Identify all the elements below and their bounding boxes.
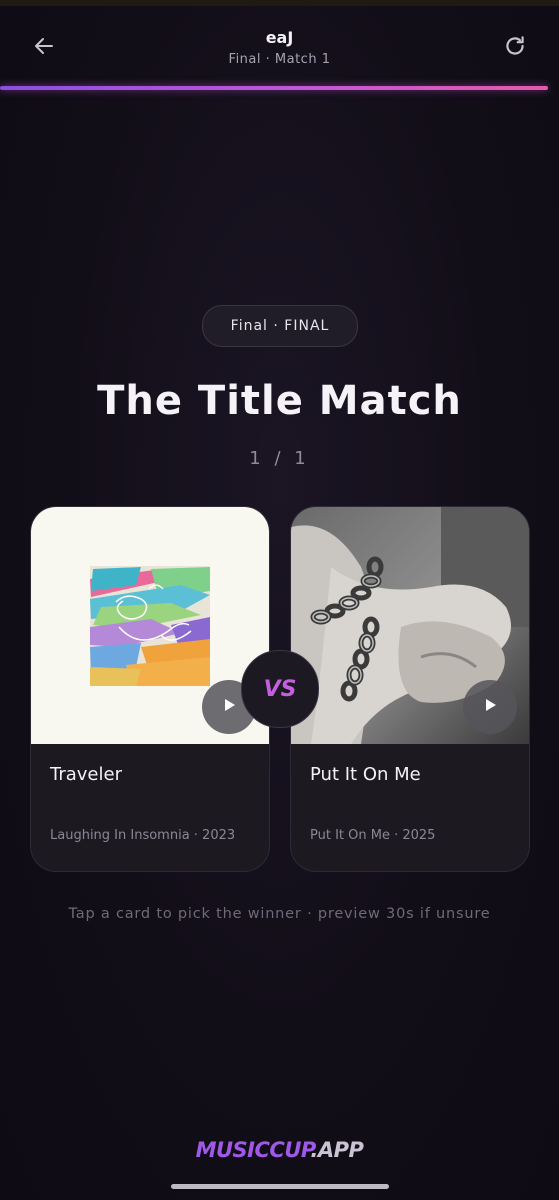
header: eaJ Final · Match 1 — [0, 6, 559, 86]
play-icon — [481, 696, 499, 718]
song-title: Put It On Me — [310, 764, 421, 785]
home-indicator[interactable] — [171, 1184, 389, 1189]
refresh-button[interactable] — [495, 30, 535, 66]
preview-play-button-right[interactable] — [463, 680, 517, 734]
song-title: Traveler — [50, 764, 122, 785]
refresh-icon — [502, 33, 528, 63]
vs-badge: VS — [241, 650, 319, 728]
page-title: eaJ — [265, 28, 294, 47]
brand-logo[interactable]: MUSICCUP.APP — [0, 1138, 559, 1162]
song-meta: Put It On Me · 2025 — [310, 828, 436, 843]
song-card-left[interactable]: Traveler Laughing In Insomnia · 2023 — [30, 506, 270, 872]
match-headline: The Title Match — [97, 378, 462, 424]
song-meta: Laughing In Insomnia · 2023 — [50, 828, 236, 843]
page-subtitle: Final · Match 1 — [228, 52, 331, 67]
brand-domain: .APP — [310, 1138, 364, 1162]
song-card-right[interactable]: Put It On Me Put It On Me · 2025 — [290, 506, 530, 872]
brand-name: MUSICCUP — [195, 1138, 311, 1162]
match-counter: 1 / 1 — [249, 448, 310, 469]
round-badge: Final · FINAL — [202, 305, 358, 347]
progress-bar — [0, 86, 548, 90]
instruction-hint: Tap a card to pick the winner · preview … — [68, 906, 491, 922]
play-icon — [220, 696, 238, 718]
